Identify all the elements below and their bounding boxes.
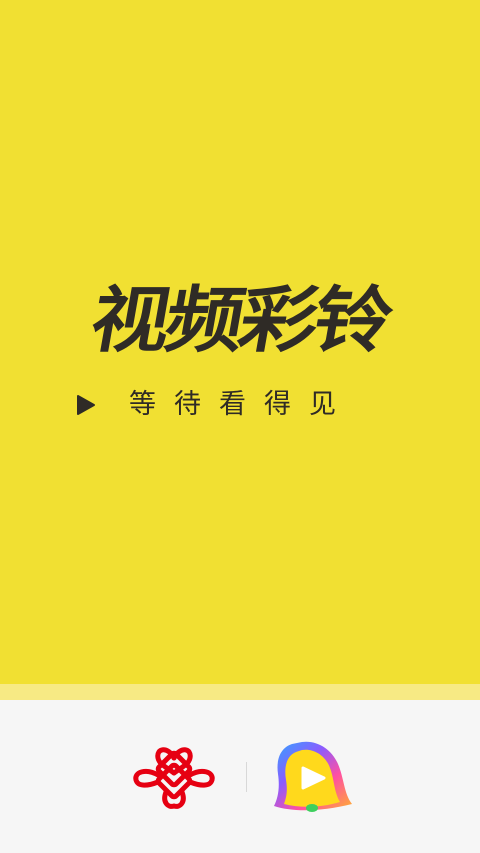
splash-screen: 视频彩铃 等待看得见 bbox=[0, 0, 480, 853]
tagline-row: 等待看得见 bbox=[75, 378, 354, 424]
tagline: 等待看得见 bbox=[129, 388, 354, 420]
app-title: 视频彩铃 bbox=[84, 279, 396, 363]
logo-separator bbox=[246, 762, 247, 792]
bell-play-icon bbox=[274, 741, 352, 812]
footer-logo-bar bbox=[0, 700, 480, 853]
chinese-knot-icon bbox=[133, 747, 215, 809]
divider-strip bbox=[0, 684, 480, 700]
title-container: 视频彩铃 bbox=[0, 276, 480, 366]
play-icon bbox=[77, 395, 95, 415]
